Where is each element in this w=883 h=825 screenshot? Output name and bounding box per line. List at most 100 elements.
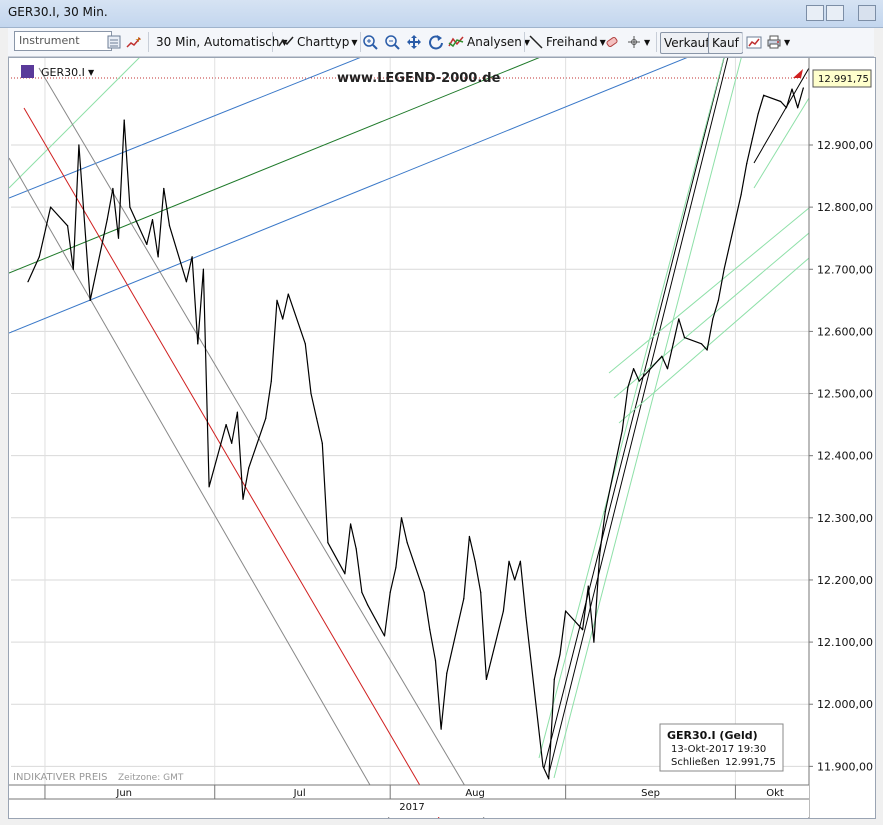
price-point [604,510,606,513]
add-indicator-icon[interactable]: + [126,32,142,52]
timezone-label: Zeitzone: GMT [118,773,184,783]
price-point [712,318,714,320]
price-point [265,417,267,419]
price-point [542,765,544,767]
draw-line-icon [529,35,543,49]
symbol-header[interactable]: GER30.I ▼ [21,65,95,79]
price-point [163,187,165,190]
print-dropdown[interactable]: ▼ [766,32,790,52]
interval-dropdown[interactable]: 30 Min, Automatisch ▼ [156,32,288,52]
freihand-dropdown[interactable]: Freihand ▼ [528,32,606,52]
price-point [565,610,567,612]
price-point [740,194,742,196]
y-tick-label: 12.400,00 [817,450,873,463]
price-point [282,318,284,320]
pan-icon[interactable] [406,32,422,52]
price-point [389,591,391,593]
chevron-down-icon: ▼ [88,68,95,77]
price-point [276,299,278,301]
price-point [157,256,159,258]
price-point [723,268,725,270]
toolbar: Instrument + 30 Min, Automatisch ▼ Chartt… [8,28,874,57]
price-point [355,548,357,550]
price-point [185,281,188,283]
price-point [446,672,448,674]
charttyp-label: Charttyp [297,35,350,49]
analysen-dropdown[interactable]: Analysen ▼ [448,32,530,52]
price-point [202,268,205,270]
price-point [231,442,233,444]
zoom-out-icon[interactable] [384,32,400,52]
price-point [197,343,199,345]
y-tick-label: 11.900,00 [817,760,873,773]
chart-area[interactable]: 11.900,00 12.000,00 12.100,00 12.200,00 12.3… [8,0,876,825]
verkauf-button[interactable]: Verkauf [660,32,714,54]
price-point [763,94,765,96]
crosshair-dropdown[interactable]: ▼ [626,32,650,52]
price-point [400,517,403,519]
price-point [78,144,80,146]
price-point [785,107,787,109]
price-point [344,573,346,575]
instrument-list-icon[interactable] [106,32,122,52]
price-point [423,591,425,593]
price-point [474,560,476,562]
zoom-in-icon[interactable] [362,32,378,52]
price-point [406,542,408,544]
infobox-date: 13-Okt-2017 19:30 [671,744,766,755]
price-point [72,268,74,270]
price-point [89,299,91,301]
freihand-label: Freihand [546,35,598,49]
last-price-label: 12.991,75 [818,74,869,85]
price-point [38,256,40,258]
y-tick-label: 12.100,00 [817,636,873,649]
analysis-icon [448,36,464,48]
price-point [780,100,782,103]
chevron-down-icon: ▼ [784,37,791,47]
refresh-icon[interactable] [428,32,444,52]
price-point [598,554,601,556]
price-point [287,293,289,295]
interval-label: 30 Min, Automatisch [156,35,280,49]
price-point [802,87,804,89]
price-point [593,641,595,643]
price-point [434,660,437,662]
plot-background [11,58,809,785]
charttyp-dropdown[interactable]: Charttyp ▼ [278,32,358,52]
price-point [627,386,629,388]
y-tick-label: 12.200,00 [817,574,873,587]
price-point [582,629,584,631]
price-point [797,107,799,109]
price-point [757,113,759,115]
price-point [519,560,521,562]
price-point [236,411,238,413]
y-tick-label: 12.600,00 [817,325,873,338]
watermark: www.LEGEND-2000.de [337,71,501,86]
price-point [746,163,748,165]
price-point [751,138,754,140]
y-tick-label: 12.000,00 [817,698,873,711]
analysen-label: Analysen [467,35,522,49]
chart-settings-icon[interactable] [746,32,762,52]
price-point [129,206,131,208]
indicative-price-label: INDIKATIVER PREIS [13,772,107,783]
price-point [559,653,561,656]
x-tick-label: Sep [641,788,660,799]
kauf-button[interactable]: Kauf [708,32,743,54]
price-point [316,417,318,419]
close-button[interactable] [858,5,876,21]
minimize-button[interactable] [806,5,824,21]
price-point [327,542,329,544]
price-point [508,560,510,562]
price-point [248,467,250,469]
x-tick-label: Okt [766,788,784,799]
price-point [27,281,29,283]
instrument-input[interactable]: Instrument [14,31,112,51]
maximize-button[interactable] [826,5,844,21]
price-point [480,591,482,593]
chart-window: GER30.I, 30 Min. Instrument + 30 Min, Au… [0,0,883,825]
eraser-icon[interactable] [604,32,620,52]
price-point [706,349,708,351]
chevron-down-icon: ▼ [351,37,358,47]
price-chart[interactable]: 11.900,00 12.000,00 12.100,00 12.200,00 12.3… [8,0,875,825]
